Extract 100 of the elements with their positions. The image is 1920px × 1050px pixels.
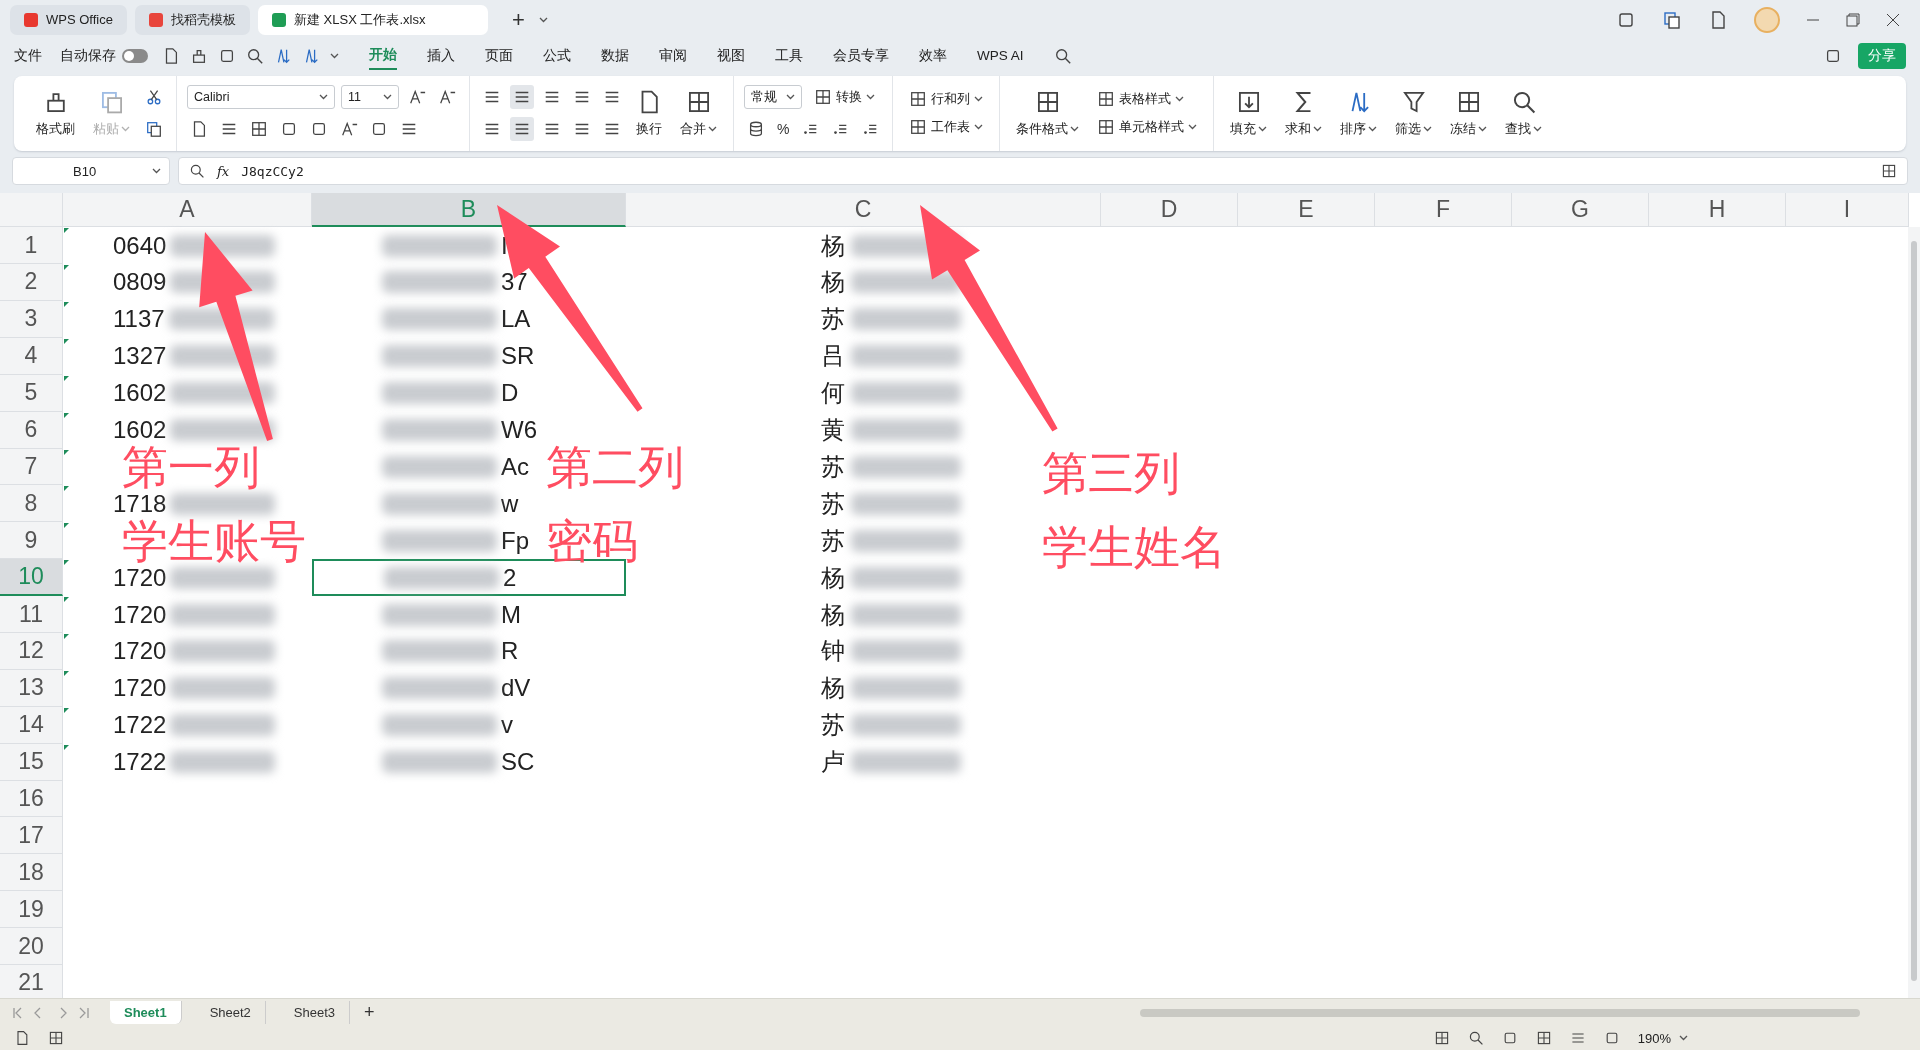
row-header[interactable]: 20 [0, 928, 63, 965]
dropdown[interactable]: 11 [341, 85, 399, 110]
ribbon-button[interactable]: 换行 [630, 84, 668, 142]
row-header[interactable]: 8 [0, 485, 63, 523]
ribbon-tab[interactable]: 工具 [775, 42, 803, 69]
ribbon-tab[interactable]: 会员专享 [833, 42, 889, 69]
dropdown[interactable]: Calibri [187, 85, 335, 110]
caret-icon [319, 94, 328, 101]
column-header[interactable]: E [1238, 193, 1375, 228]
dropdown[interactable]: 常规 [744, 85, 802, 110]
ribbon-button[interactable]: 条件格式 [1010, 84, 1086, 142]
autosave-toggle[interactable] [122, 48, 148, 63]
corner-marker [64, 707, 69, 713]
ribbon-button[interactable]: 查找 [1499, 84, 1549, 142]
row-header[interactable]: 16 [0, 780, 63, 818]
tool-button[interactable] [510, 85, 534, 110]
row-header[interactable]: 5 [0, 374, 63, 412]
cell-text: 苏 [821, 491, 845, 516]
annotation-label: 第二列 [546, 444, 684, 490]
formula-field[interactable]: fx J8qzCCy2 [178, 157, 1908, 186]
row-header[interactable]: 1 [0, 227, 63, 265]
ribbon-tab[interactable]: 页面 [485, 42, 513, 69]
column-header[interactable]: H [1649, 193, 1786, 228]
ribbon-button[interactable]: 筛选 [1389, 84, 1439, 142]
row-header[interactable]: 15 [0, 743, 63, 781]
close-icon[interactable] [1886, 12, 1900, 27]
corner-marker [64, 597, 69, 603]
corner-marker [64, 523, 69, 529]
cell-text: W6 [501, 418, 537, 443]
row-header[interactable]: 11 [0, 596, 63, 633]
column-header[interactable]: C [626, 193, 1101, 228]
ribbon-button[interactable]: 行和列 [903, 89, 990, 110]
ribbon-button[interactable]: 表格样式 [1091, 89, 1191, 110]
cell-text: 何 [821, 381, 845, 406]
add-sheet-button[interactable]: + [364, 1002, 375, 1024]
ribbon-tab[interactable]: 开始 [369, 41, 397, 70]
database-icon [747, 120, 765, 139]
row-header[interactable]: 6 [0, 411, 63, 449]
ribbon-button[interactable]: 转换 [808, 87, 881, 108]
column-header[interactable]: A [63, 193, 312, 228]
tool-button[interactable] [510, 117, 534, 142]
ribbon-button[interactable]: 排序 [1334, 84, 1384, 142]
scrollbar[interactable] [1908, 227, 1920, 999]
caret-icon [786, 94, 795, 101]
column-header[interactable]: D [1101, 193, 1238, 228]
window-tab[interactable]: 找稻壳模板 [134, 4, 250, 35]
ribbon-button[interactable]: 工作表 [903, 117, 990, 138]
cell-text: 苏 [821, 454, 845, 479]
row-header[interactable]: 7 [0, 448, 63, 486]
ribbon-tab[interactable]: 公式 [543, 42, 571, 69]
ribbon-button[interactable]: 合并 [674, 84, 723, 142]
zoom-level[interactable]: 190% [1637, 1030, 1688, 1046]
window-tab[interactable]: WPS Office [10, 4, 127, 35]
sheet-tab[interactable]: Sheet1 [110, 1001, 182, 1025]
ribbon-tab[interactable]: 审阅 [659, 42, 687, 69]
grid-icon [1097, 90, 1116, 109]
ribbon-tab[interactable]: 插入 [427, 42, 455, 69]
cell-text: 苏 [821, 528, 845, 553]
percent-button[interactable]: % [774, 121, 793, 138]
ribbon-tab[interactable]: WPS AI [977, 44, 1024, 68]
name-box[interactable]: B10 [12, 157, 170, 186]
new-tab-button[interactable]: + [505, 5, 531, 34]
column-header[interactable]: G [1512, 193, 1649, 228]
ribbon-tab[interactable]: 效率 [919, 42, 947, 69]
row-header[interactable]: 17 [0, 817, 63, 855]
restore-icon[interactable] [1846, 12, 1860, 27]
row-header[interactable]: 21 [0, 964, 63, 999]
ribbon-tab[interactable]: 数据 [601, 42, 629, 69]
ribbon-button[interactable]: 冻结 [1444, 84, 1494, 142]
column-header[interactable]: F [1375, 193, 1512, 228]
corner-marker [64, 265, 69, 271]
function-label: fx [217, 163, 230, 179]
annotation-label: 第三列 [1042, 450, 1180, 496]
row-header[interactable]: 4 [0, 337, 63, 375]
row-header[interactable]: 18 [0, 854, 63, 892]
corner-marker [64, 228, 69, 234]
row-header[interactable]: 14 [0, 706, 63, 744]
row-header[interactable]: 13 [0, 669, 63, 707]
cell-text: 杨 [821, 602, 845, 627]
grid-icon [1433, 1030, 1450, 1047]
ribbon-button[interactable]: 求和 [1279, 84, 1329, 142]
window-tab[interactable]: 新建 XLSX 工作表.xlsx [257, 4, 488, 35]
sheet-tab[interactable]: Sheet2 [195, 1001, 266, 1025]
cell-text: D [501, 381, 519, 406]
grid-icon [48, 1030, 64, 1047]
row-header[interactable]: 12 [0, 632, 63, 670]
sheet-tab[interactable]: Sheet3 [279, 1001, 351, 1025]
horizontal-scrollbar[interactable] [1140, 1008, 1860, 1017]
row-header[interactable]: 19 [0, 891, 63, 929]
row-header[interactable]: 9 [0, 522, 63, 560]
column-header[interactable]: I [1786, 193, 1909, 228]
ribbon-tab[interactable]: 视图 [717, 42, 745, 69]
row-header[interactable]: 2 [0, 264, 63, 301]
ribbon-button[interactable]: 单元格样式 [1091, 117, 1204, 138]
file-menu[interactable]: 文件 [14, 42, 42, 69]
grid-icon [250, 120, 268, 139]
caret-icon [1423, 126, 1433, 133]
ribbon-button[interactable]: 填充 [1224, 84, 1274, 142]
ribbon-button[interactable]: 格式刷 [30, 84, 81, 142]
row-header[interactable]: 3 [0, 300, 63, 338]
